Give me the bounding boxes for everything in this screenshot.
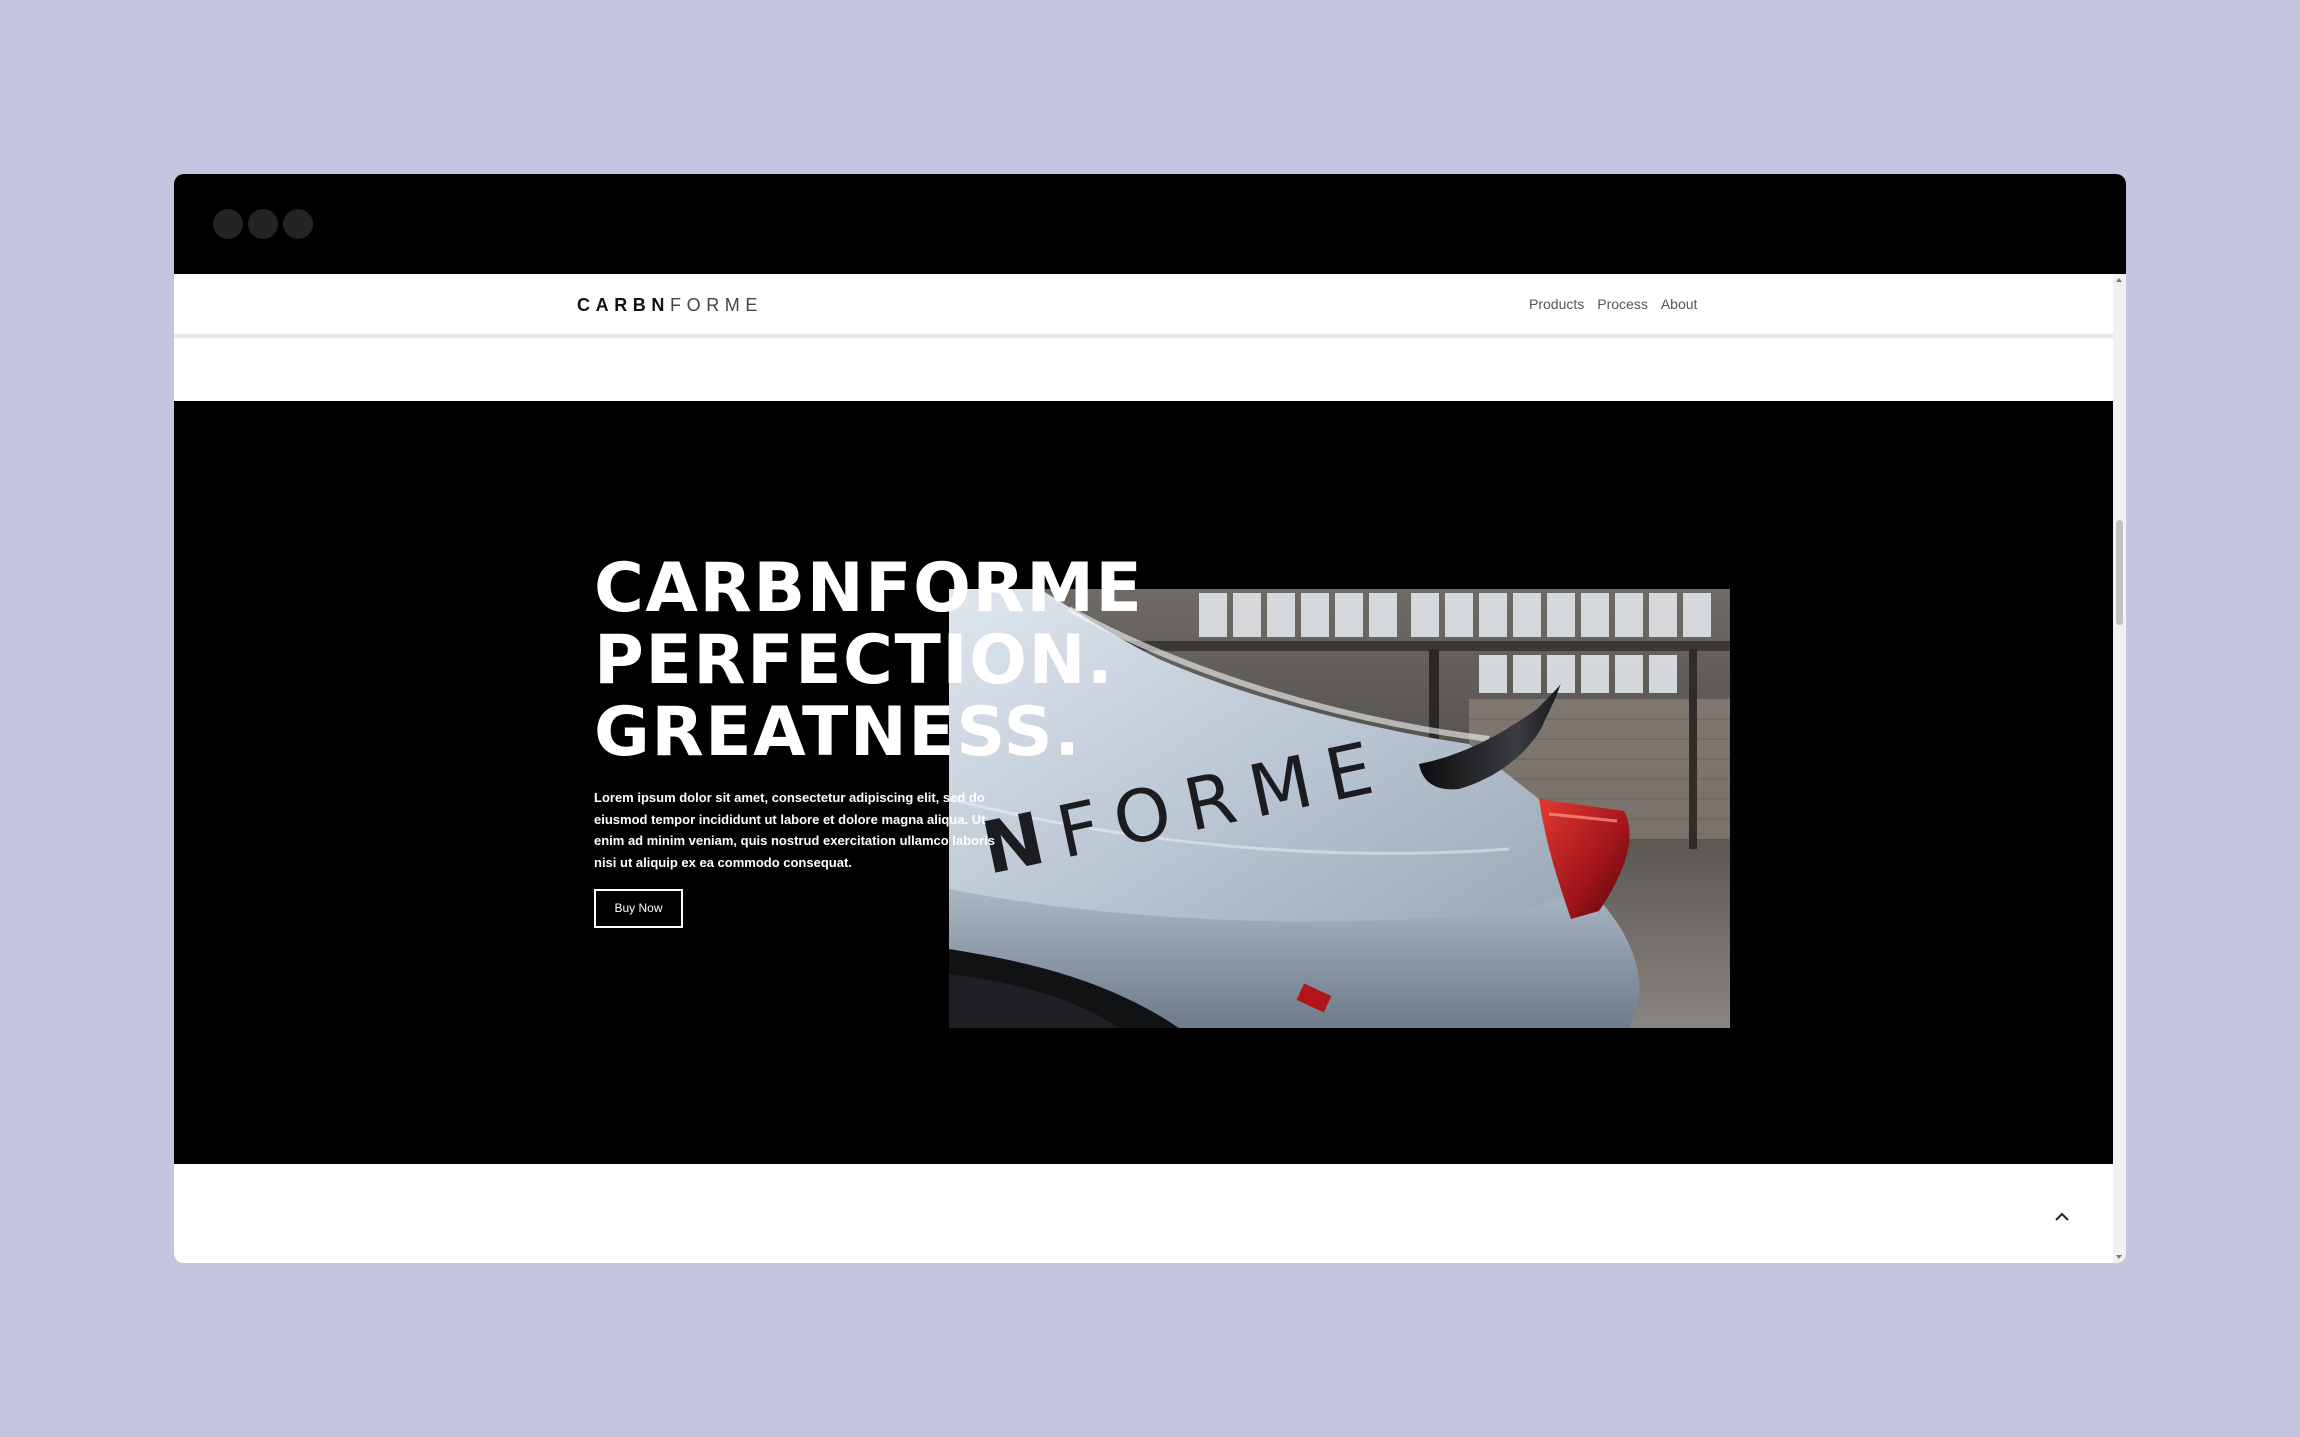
- nav-link-products[interactable]: Products: [1529, 295, 1584, 313]
- window-maximize-dot[interactable]: [283, 209, 313, 239]
- hero-title: CARBNFORME PERFECTION. GREATNESS.: [594, 553, 1143, 769]
- scrollbar-thumb[interactable]: [2116, 520, 2123, 625]
- browser-window: CARBNFORME Products Process About NFORME…: [174, 174, 2126, 1263]
- window-minimize-dot[interactable]: [248, 209, 278, 239]
- buy-now-button[interactable]: Buy Now: [594, 889, 683, 928]
- chevron-up-icon: [2055, 1212, 2069, 1221]
- hero-title-line-3: GREATNESS.: [594, 693, 1082, 772]
- hero-description: Lorem ipsum dolor sit amet, consectetur …: [594, 790, 995, 870]
- main-nav: Products Process About: [1529, 295, 1697, 313]
- hero-title-line-2: PERFECTION.: [594, 621, 1115, 700]
- scroll-up-arrow-icon[interactable]: [2116, 278, 2122, 282]
- site-logo[interactable]: CARBNFORME: [577, 295, 763, 315]
- window-titlebar: [174, 174, 2126, 274]
- scroll-to-top-button[interactable]: [2052, 1209, 2072, 1225]
- nav-link-process[interactable]: Process: [1597, 295, 1648, 313]
- site-header: CARBNFORME Products Process About: [174, 274, 2113, 338]
- hero-title-line-1: CARBNFORME: [594, 549, 1144, 628]
- nav-link-about[interactable]: About: [1661, 295, 1698, 313]
- page-viewport: CARBNFORME Products Process About NFORME…: [174, 274, 2113, 1263]
- scroll-down-arrow-icon[interactable]: [2116, 1255, 2122, 1259]
- window-close-dot[interactable]: [213, 209, 243, 239]
- vertical-scrollbar[interactable]: [2113, 274, 2126, 1263]
- logo-light-part: FORME: [670, 295, 763, 315]
- hero-section: NFORME CARBNFORME PERFECTION. GREATNESS.…: [174, 401, 2113, 1164]
- logo-bold-part: CARBN: [577, 295, 670, 315]
